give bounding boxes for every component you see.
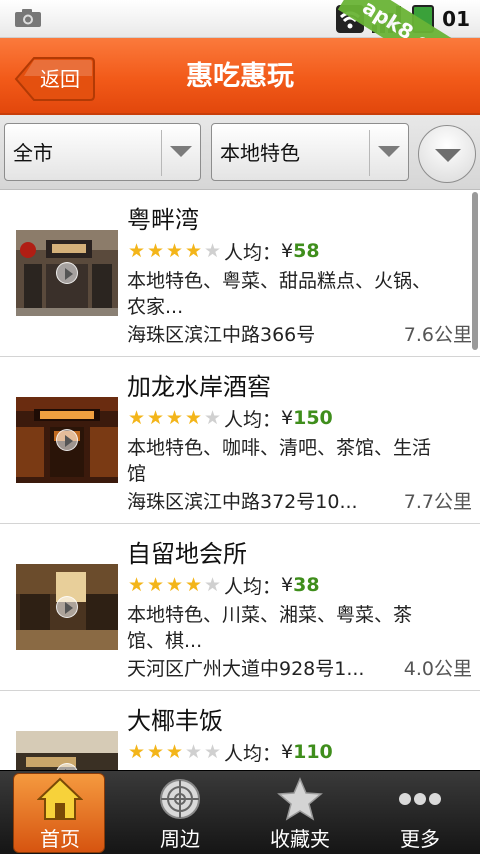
star-rating: ★ ★ ★ ★ ★ xyxy=(127,741,222,763)
camera-icon xyxy=(15,9,41,27)
avg-label: 人均： xyxy=(224,742,282,765)
rating-row: ★ ★ ★ ★ ★ 人均： ¥ 110 xyxy=(127,739,333,765)
restaurant-thumbnail xyxy=(16,397,118,483)
tab-favorites-label: 收藏夹 xyxy=(270,827,330,851)
restaurant-distance: 7.6公里 xyxy=(403,324,472,346)
restaurant-name: 加龙水岸酒窖 xyxy=(127,373,271,401)
expand-filter-button[interactable] xyxy=(418,125,476,183)
star-filled-icon: ★ xyxy=(184,574,203,596)
category-dropdown-value: 本地特色 xyxy=(220,141,300,165)
star-filled-icon: ★ xyxy=(165,240,184,262)
star-filled-icon: ★ xyxy=(184,407,203,429)
filter-bar: 全市 本地特色 xyxy=(0,115,480,190)
bottom-tab-bar: 首页 周边 收藏夹 更多 xyxy=(0,770,480,854)
tab-favorites[interactable]: 收藏夹 xyxy=(240,771,360,854)
restaurant-name: 自留地会所 xyxy=(127,540,247,568)
avg-price: 150 xyxy=(293,407,333,429)
dropdown-divider xyxy=(161,130,162,176)
area-dropdown-value: 全市 xyxy=(13,141,53,165)
star-empty-icon: ★ xyxy=(203,741,222,763)
list-item[interactable]: 粤畔湾 ★ ★ ★ ★ ★ 人均： ¥ 58 本地特色、粤菜、甜品糕点、火锅、农家...… xyxy=(0,190,480,357)
star-filled-icon: ★ xyxy=(127,574,146,596)
star-filled-icon: ★ xyxy=(127,407,146,429)
restaurant-tags: 本地特色、川菜、湘菜、粤菜、茶馆、棋... xyxy=(127,604,413,652)
avg-price: 38 xyxy=(293,574,320,596)
status-time: 01 xyxy=(442,7,470,31)
area-dropdown[interactable]: 全市 xyxy=(4,123,201,181)
back-button[interactable]: 返回 xyxy=(14,56,96,102)
home-icon xyxy=(37,777,83,820)
star-icon xyxy=(277,777,323,821)
star-filled-icon: ★ xyxy=(127,741,146,763)
chevron-down-icon xyxy=(378,146,400,157)
star-empty-icon: ★ xyxy=(203,574,222,596)
avg-label: 人均： xyxy=(224,241,282,264)
restaurant-thumbnail xyxy=(16,564,118,650)
avg-label: 人均： xyxy=(224,408,282,431)
star-filled-icon: ★ xyxy=(184,240,203,262)
back-button-label: 返回 xyxy=(40,67,80,91)
rating-row: ★ ★ ★ ★ ★ 人均： ¥ 58 xyxy=(127,238,320,264)
restaurant-name: 粤畔湾 xyxy=(127,206,199,234)
status-bar: 01 apk8.com xyxy=(0,0,480,90)
list-item[interactable]: 自留地会所 ★ ★ ★ ★ ★ 人均： ¥ 38 本地特色、川菜、湘菜、粤菜、茶馆、棋.… xyxy=(0,524,480,691)
play-icon xyxy=(56,596,78,618)
restaurant-tags: 本地特色、咖啡、清吧、茶馆、生活馆 xyxy=(127,437,432,485)
tab-more-label: 更多 xyxy=(400,827,440,851)
restaurant-distance: 7.7公里 xyxy=(403,491,472,513)
restaurant-address: 海珠区滨江中路366号 xyxy=(127,324,316,346)
restaurant-name: 大椰丰饭 xyxy=(127,707,223,735)
star-filled-icon: ★ xyxy=(146,741,165,763)
star-filled-icon: ★ xyxy=(146,240,165,262)
list-scrollbar[interactable] xyxy=(472,192,478,350)
restaurant-thumbnail xyxy=(16,230,118,316)
radar-icon xyxy=(160,779,200,819)
currency-symbol: ¥ xyxy=(281,407,294,429)
star-filled-icon: ★ xyxy=(165,574,184,596)
avg-label: 人均： xyxy=(224,575,282,598)
currency-symbol: ¥ xyxy=(281,240,294,262)
restaurant-thumbnail xyxy=(16,731,118,770)
star-filled-icon: ★ xyxy=(127,240,146,262)
star-rating: ★ ★ ★ ★ ★ xyxy=(127,574,222,596)
star-filled-icon: ★ xyxy=(146,407,165,429)
tab-nearby[interactable]: 周边 xyxy=(120,771,240,854)
more-icon xyxy=(399,793,441,805)
star-rating: ★ ★ ★ ★ ★ xyxy=(127,240,222,262)
star-empty-icon: ★ xyxy=(184,741,203,763)
tab-nearby-label: 周边 xyxy=(160,827,200,851)
rating-row: ★ ★ ★ ★ ★ 人均： ¥ 150 xyxy=(127,405,333,431)
title-bar: 返回 惠吃惠玩 xyxy=(0,38,480,115)
rating-row: ★ ★ ★ ★ ★ 人均： ¥ 38 xyxy=(127,572,320,598)
tab-more[interactable]: 更多 xyxy=(360,771,480,854)
tab-home-label: 首页 xyxy=(40,827,80,851)
star-filled-icon: ★ xyxy=(146,574,165,596)
star-filled-icon: ★ xyxy=(165,741,184,763)
restaurant-tags: 本地特色、粤菜、甜品糕点、火锅、农家... xyxy=(127,270,432,318)
play-icon xyxy=(56,429,78,451)
tab-home[interactable]: 首页 xyxy=(0,771,120,854)
currency-symbol: ¥ xyxy=(281,574,294,596)
restaurant-address: 天河区广州大道中928号1... xyxy=(127,658,365,680)
star-filled-icon: ★ xyxy=(165,407,184,429)
chevron-down-icon xyxy=(170,146,192,157)
star-empty-icon: ★ xyxy=(203,407,222,429)
dropdown-divider xyxy=(369,130,370,176)
list-item[interactable]: 加龙水岸酒窖 ★ ★ ★ ★ ★ 人均： ¥ 150 本地特色、咖啡、清吧、茶馆、生活馆… xyxy=(0,357,480,524)
currency-symbol: ¥ xyxy=(281,741,294,763)
chevron-down-icon xyxy=(435,149,461,162)
avg-price: 58 xyxy=(293,240,320,262)
star-rating: ★ ★ ★ ★ ★ xyxy=(127,407,222,429)
list-item[interactable]: 大椰丰饭 ★ ★ ★ ★ ★ 人均： ¥ 110 xyxy=(0,691,480,770)
play-icon xyxy=(56,262,78,284)
restaurant-distance: 4.0公里 xyxy=(403,658,472,680)
avg-price: 110 xyxy=(293,741,333,763)
restaurant-address: 海珠区滨江中路372号10... xyxy=(127,491,358,513)
restaurant-list[interactable]: 粤畔湾 ★ ★ ★ ★ ★ 人均： ¥ 58 本地特色、粤菜、甜品糕点、火锅、农家...… xyxy=(0,190,480,770)
star-empty-icon: ★ xyxy=(203,240,222,262)
category-dropdown[interactable]: 本地特色 xyxy=(211,123,409,181)
